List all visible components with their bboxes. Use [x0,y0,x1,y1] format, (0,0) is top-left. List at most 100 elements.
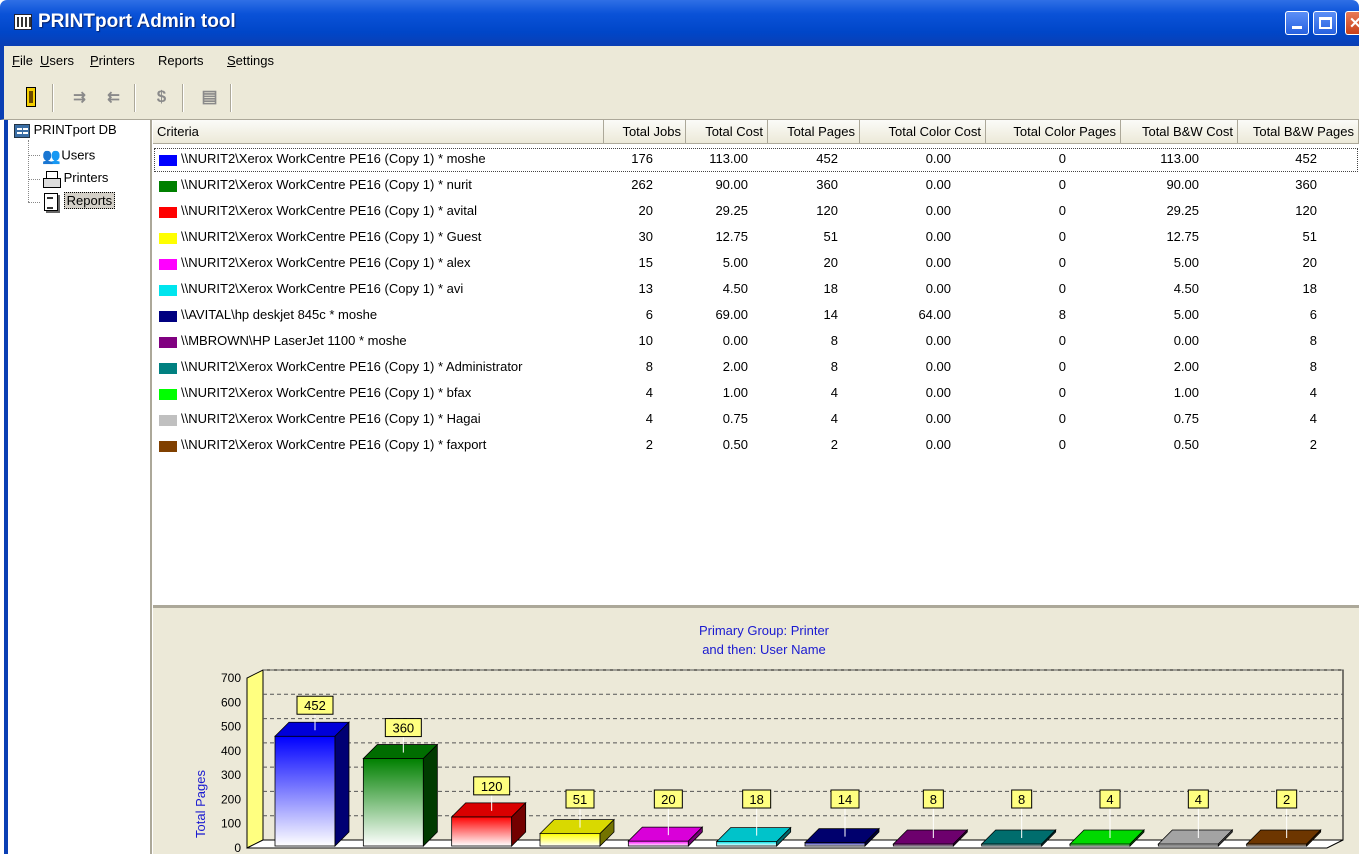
menu-users[interactable]: Users [40,53,74,68]
table-row[interactable]: \\NURIT2\Xerox WorkCentre PE16 (Copy 1) … [153,433,1359,459]
toolbar-separator [230,84,232,112]
minimize-button[interactable] [1285,11,1309,35]
cell-color-cost: 0.00 [925,255,951,270]
cell-jobs: 6 [645,307,653,322]
cell-color-cost: 0.00 [925,229,951,244]
cell-bw-pages: 6 [1309,307,1317,322]
data-label: 4 [1106,792,1113,807]
cell-cost: 5.00 [722,255,748,270]
cell-criteria: \\NURIT2\Xerox WorkCentre PE16 (Copy 1) … [181,437,487,452]
menu-file[interactable]: File [12,53,33,68]
cell-color-pages: 0 [1058,229,1066,244]
color-swatch [159,389,177,400]
cell-jobs: 176 [631,151,653,166]
column-header-total-color-pages[interactable]: Total Color Pages [986,120,1121,144]
data-label: 20 [661,792,675,807]
column-header-total-pages[interactable]: Total Pages [768,120,860,144]
cell-bw-cost: 113.00 [1160,151,1199,166]
cell-criteria: \\NURIT2\Xerox WorkCentre PE16 (Copy 1) … [181,229,482,244]
toolbar: ⇉ ⇇ $ ▤ [0,76,1359,120]
table-row[interactable]: \\NURIT2\Xerox WorkCentre PE16 (Copy 1) … [153,173,1359,199]
cell-color-cost: 0.00 [925,437,951,452]
table-row[interactable]: \\NURIT2\Xerox WorkCentre PE16 (Copy 1) … [153,199,1359,225]
add-rows-icon: ⇉ [73,89,86,106]
cell-pages: 452 [816,151,838,166]
column-header-total-color-cost[interactable]: Total Color Cost [860,120,986,144]
dollar-icon: $ [156,87,167,106]
report-icon: ▤ [201,87,217,106]
cell-jobs: 20 [638,203,653,218]
cell-color-cost: 0.00 [925,411,951,426]
column-header-total-bw-cost[interactable]: Total B&W Cost [1121,120,1238,144]
cell-bw-pages: 4 [1309,411,1317,426]
table-row[interactable]: \\NURIT2\Xerox WorkCentre PE16 (Copy 1) … [153,225,1359,251]
cell-color-pages: 0 [1058,437,1066,452]
cost-button[interactable]: $ [148,84,174,110]
cell-criteria: \\NURIT2\Xerox WorkCentre PE16 (Copy 1) … [181,151,486,166]
color-swatch [159,285,177,296]
data-label: 8 [1018,792,1025,807]
tree-item-users[interactable]: 👥 Users [42,147,95,165]
data-label: 8 [930,792,937,807]
cell-pages: 360 [816,177,838,192]
cell-color-cost: 64.00 [918,307,951,322]
color-swatch [159,441,177,452]
cell-bw-cost: 1.00 [1173,385,1199,400]
report-button[interactable]: ▤ [196,84,222,110]
table-row[interactable]: \\MBROWN\HP LaserJet 1100 * moshe 10 0.00 8… [153,329,1359,355]
y-tick-label: 400 [221,744,241,758]
remove-rows-icon: ⇇ [107,89,120,106]
toolbar-separator [182,84,184,112]
cell-color-pages: 0 [1058,385,1066,400]
column-header-total-bw-pages[interactable]: Total B&W Pages [1238,120,1359,144]
remove-rows-button[interactable]: ⇇ [100,84,126,110]
app-icon[interactable] [14,14,32,30]
tree-item-reports[interactable]: Reports [42,192,116,211]
table-row[interactable]: \\NURIT2\Xerox WorkCentre PE16 (Copy 1) … [153,251,1359,277]
table-row[interactable]: \\NURIT2\Xerox WorkCentre PE16 (Copy 1) … [153,147,1359,173]
color-swatch [159,259,177,270]
cell-color-cost: 0.00 [925,359,951,374]
table-row[interactable]: \\AVITAL\hp deskjet 845c * moshe 6 69.00 14… [153,303,1359,329]
tree-item-printers[interactable]: Printers [42,170,108,188]
cell-criteria: \\NURIT2\Xerox WorkCentre PE16 (Copy 1) … [181,411,481,426]
cell-cost: 2.00 [722,359,748,374]
table-row[interactable]: \\NURIT2\Xerox WorkCentre PE16 (Copy 1) … [153,407,1359,433]
add-rows-button[interactable]: ⇉ [66,84,92,110]
y-tick-label: 100 [221,817,241,831]
menu-reports[interactable]: Reports [158,53,204,68]
cell-color-pages: 0 [1058,411,1066,426]
color-swatch [159,363,177,374]
cell-color-pages: 0 [1058,203,1066,218]
title-bar[interactable]: PRINTport Admin tool ✕ [0,0,1359,46]
cell-bw-cost: 4.50 [1173,281,1199,296]
cell-jobs: 2 [645,437,653,452]
column-header-total-jobs[interactable]: Total Jobs [604,120,686,144]
table-row[interactable]: \\NURIT2\Xerox WorkCentre PE16 (Copy 1) … [153,277,1359,303]
toolbar-separator [52,84,54,112]
menu-printers[interactable]: Printers [90,53,135,68]
cell-criteria: \\AVITAL\hp deskjet 845c * moshe [181,307,378,322]
exit-button[interactable] [18,84,44,110]
y-tick-label: 300 [221,768,241,782]
data-label: 18 [749,792,763,807]
cell-pages: 8 [830,359,838,374]
cell-criteria: \\NURIT2\Xerox WorkCentre PE16 (Copy 1) … [181,255,471,270]
table-row[interactable]: \\NURIT2\Xerox WorkCentre PE16 (Copy 1) … [153,355,1359,381]
column-header-total-cost[interactable]: Total Cost [686,120,768,144]
column-header-criteria[interactable]: Criteria [153,120,604,144]
menu-settings[interactable]: Settings [227,53,274,68]
table-row[interactable]: \\NURIT2\Xerox WorkCentre PE16 (Copy 1) … [153,381,1359,407]
tree-label: Users [61,147,96,163]
tree-item-root[interactable]: PRINTport DB [14,122,117,138]
window-title: PRINTport Admin tool [38,11,236,32]
cell-cost: 69.00 [715,307,748,322]
bar [627,840,689,847]
cell-bw-cost: 29.25 [1166,203,1199,218]
maximize-button[interactable] [1313,11,1337,35]
close-button[interactable]: ✕ [1345,11,1359,35]
chart-panel: Primary Group: Printer and then: User Na… [153,608,1359,854]
cell-criteria: \\NURIT2\Xerox WorkCentre PE16 (Copy 1) … [181,385,472,400]
cell-jobs: 13 [638,281,653,296]
bar [274,735,336,847]
